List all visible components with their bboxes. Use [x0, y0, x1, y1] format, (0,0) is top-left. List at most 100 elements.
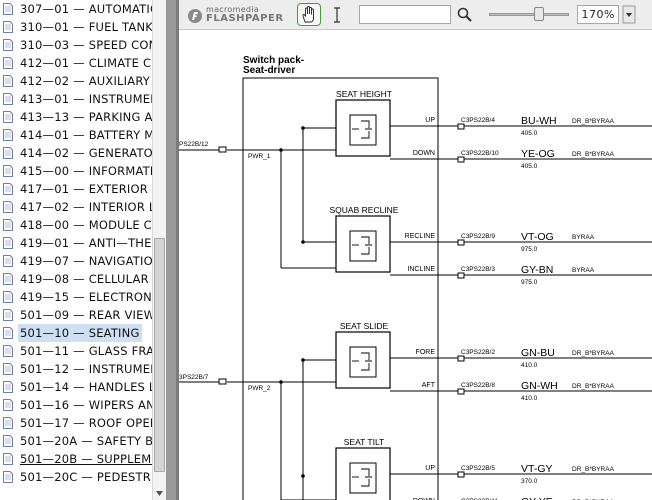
toc-item-label: 501—10 — SEATING — [18, 324, 142, 342]
scrollbar-thumb[interactable] — [154, 238, 165, 472]
toc-item[interactable]: 307—01 — AUTOMATIC TRANSMISSION — [0, 0, 152, 18]
toc-item[interactable]: 415—00 — INFORMATION AND ENTERTAINMENT — [0, 162, 152, 180]
toc-item-label: 501—09 — REAR VIEW MIRRORS — [20, 308, 152, 322]
toc-sidebar: 307—01 — AUTOMATIC TRANSMISSION 310—01 — … — [0, 0, 152, 500]
document-page-icon — [3, 237, 13, 249]
output-wire: C3PS22B/5 VT-GY 370.0 DR_B*BYRAA — [457, 463, 652, 485]
switch-block: SQUAB RECLINE RECLINE INCLINE — [330, 205, 458, 276]
toc-item[interactable]: 417—01 — EXTERIOR LIGHTING — [0, 180, 152, 198]
wire-connector-label: C3PS22B/9 — [461, 233, 495, 240]
wire-color-label: BU-WH — [521, 115, 557, 127]
wire-circuit-label: 410.0 — [521, 362, 538, 369]
document-view[interactable]: Switch pack- Seat-driver PS22B/12 3PS22B… — [179, 30, 652, 500]
wire-note-label: DR_B*BYRAA — [572, 383, 615, 390]
wire-circuit-label: 975.0 — [521, 246, 538, 253]
toc-item-label: 310—03 — SPEED CONTROL — [20, 38, 152, 52]
block-output-1: UP — [425, 465, 435, 472]
output-wire: C3PS22B/3 GY-BN 975.0 BYRAA — [457, 264, 652, 286]
switch-symbol — [361, 352, 372, 371]
switch-symbol — [361, 236, 372, 255]
block-title: SEAT HEIGHT — [336, 89, 392, 99]
wire-color-label: GY-YE — [521, 496, 553, 500]
text-select-tool-icon[interactable] — [330, 5, 344, 25]
block-box — [335, 331, 391, 389]
document-page-icon — [3, 381, 13, 393]
logo-text-big: FLASHPAPER — [206, 13, 284, 24]
toc-item[interactable]: 413—01 — INSTRUMENT CLUSTER — [0, 90, 152, 108]
scroll-down-arrow-icon[interactable] — [154, 487, 165, 499]
toc-item[interactable]: 413—13 — PARKING AID — [0, 108, 152, 126]
toc-item[interactable]: 419—15 — ELECTRONIC — [0, 288, 152, 306]
document-page-icon — [3, 21, 13, 33]
block-box — [335, 99, 391, 157]
toc-item[interactable]: 501—11 — GLASS FRAMES — [0, 342, 152, 360]
toc-item-label: 307—01 — AUTOMATIC TRANSMISSION — [20, 2, 152, 16]
wire-connector — [457, 388, 465, 395]
feed-wires — [179, 127, 336, 500]
wire-color-label: GY-BN — [521, 264, 553, 276]
search-input[interactable] — [359, 5, 451, 24]
pin-left-1: PWR_1 — [248, 153, 271, 160]
toc-item[interactable]: 414—02 — GENERATOR AND REGULATOR — [0, 144, 152, 162]
document-page-icon — [3, 273, 13, 285]
toc-item[interactable]: 501—17 — ROOF OPENING PANEL — [0, 414, 152, 432]
toc-item-label: 501—16 — WIPERS AND WASHERS — [20, 398, 152, 412]
hand-icon — [302, 6, 314, 23]
toc-item[interactable]: 501—14 — HANDLES LOCKS — [0, 378, 152, 396]
toc-item[interactable]: 310—03 — SPEED CONTROL — [0, 36, 152, 54]
toc-item[interactable]: 419—07 — NAVIGATION SYSTEM — [0, 252, 152, 270]
toc-item[interactable]: 414—01 — BATTERY MOUNTING — [0, 126, 152, 144]
wire-note-label: BYRAA — [572, 234, 595, 241]
block-output-1: RECLINE — [405, 233, 436, 240]
toc-item-label: 501—20C — PEDESTRIAN — [20, 470, 152, 484]
zoom-slider[interactable] — [489, 7, 569, 21]
toc-item[interactable]: 501—20B — SUPPLEMENTAL RESTRAINT — [0, 450, 152, 468]
toc-item[interactable]: 501—20C — PEDESTRIAN — [0, 468, 152, 486]
document-page-icon — [3, 201, 13, 213]
toc-item-label: 419—15 — ELECTRONIC — [20, 290, 152, 304]
zoom-level-field[interactable]: 170% — [577, 5, 619, 24]
block-box — [335, 215, 391, 273]
switch-contact-box — [349, 346, 377, 378]
wire-color-label: GN-WH — [521, 380, 558, 392]
zoom-slider-track — [489, 13, 569, 16]
hand-tool-button[interactable] — [297, 3, 321, 26]
toc-item-label: 418—00 — MODULE COMMUNICATIONS — [20, 218, 152, 232]
block-output-2: AFT — [422, 382, 436, 389]
search-icon[interactable] — [456, 5, 474, 24]
toc-item[interactable]: 501—09 — REAR VIEW MIRRORS — [0, 306, 152, 324]
wire-connector-label: C3PS22B/5 — [461, 465, 495, 472]
connector-left-2: 3PS22B/7 — [179, 374, 209, 381]
toc-item[interactable]: 501—12 — INSTRUMENT PANEL — [0, 360, 152, 378]
toc-item[interactable]: 501—10 — SEATING — [0, 324, 152, 342]
block-title: SQUAB RECLINE — [330, 205, 399, 215]
document-page-icon — [3, 435, 13, 447]
toc-item-label: 501—12 — INSTRUMENT PANEL — [20, 362, 152, 376]
switch-contact-box — [349, 114, 377, 146]
flashpaper-toolbar: macromedia FLASHPAPER 170% — [179, 0, 652, 30]
zoom-menu-arrow-icon[interactable] — [622, 5, 638, 24]
toc-item[interactable]: 419—01 — ANTI—THEFT — [0, 234, 152, 252]
wire-connector — [457, 239, 465, 246]
switch-block: SEAT TILTUPDOWN — [335, 437, 458, 500]
document-page-icon — [3, 345, 13, 357]
toc-item-label: 412—02 — AUXILIARY CLIMATE — [20, 74, 152, 88]
zoom-slider-thumb[interactable] — [534, 7, 544, 21]
toc-item[interactable]: 417—02 — INTERIOR LIGHTING — [0, 198, 152, 216]
toc-item[interactable]: 501—20A — SAFETY BELT — [0, 432, 152, 450]
toc-item[interactable]: 419—08 — CELLULAR PHONE — [0, 270, 152, 288]
output-wire: C3PS22B/9 VT-OG 975.0 BYRAA — [457, 231, 652, 253]
switch-contact-box — [349, 230, 377, 262]
toc-item[interactable]: 412—01 — CLIMATE CONTROL — [0, 54, 152, 72]
toc-scrollbar[interactable] — [152, 0, 166, 500]
toc-item[interactable]: 310—01 — FUEL TANK AND LINES — [0, 18, 152, 36]
document-page-icon — [3, 219, 13, 231]
toc-item[interactable]: 412—02 — AUXILIARY CLIMATE — [0, 72, 152, 90]
wire-connector — [457, 123, 465, 130]
toc-item-label: 412—01 — CLIMATE CONTROL — [20, 56, 152, 70]
toc-item[interactable]: 501—16 — WIPERS AND WASHERS — [0, 396, 152, 414]
flashpaper-logo-icon — [188, 9, 202, 23]
wire-connector-label: C3PS22B/8 — [461, 382, 495, 389]
document-page-icon — [3, 291, 13, 303]
toc-item[interactable]: 418—00 — MODULE COMMUNICATIONS — [0, 216, 152, 234]
